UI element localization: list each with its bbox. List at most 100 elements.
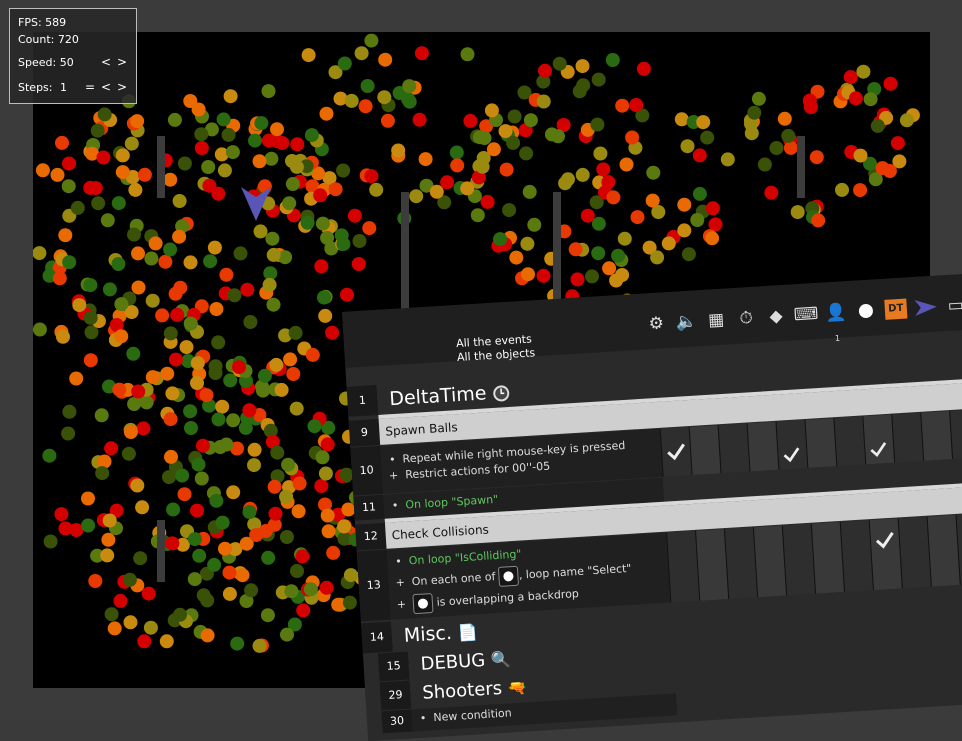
- ball: [870, 118, 885, 133]
- action-cell[interactable]: [897, 516, 931, 589]
- ball: [219, 267, 234, 282]
- ball: [460, 47, 475, 62]
- action-cell[interactable]: [775, 419, 808, 470]
- ball: [280, 627, 294, 642]
- keyboard-mouse-icon[interactable]: ⌨: [792, 301, 820, 329]
- action-cell[interactable]: [695, 529, 729, 601]
- action-cell[interactable]: [868, 518, 902, 591]
- ball: [853, 148, 868, 163]
- ball: [590, 117, 605, 132]
- ball: [270, 122, 284, 137]
- ball: [114, 329, 129, 344]
- ball: [344, 93, 359, 108]
- player-arrow-icon: [241, 187, 271, 221]
- ball: [267, 479, 282, 494]
- hud-panel: FPS: 589 Count: 720 Speed: 50 < > Steps:…: [9, 8, 137, 104]
- ball: [843, 70, 858, 85]
- action-cell[interactable]: [804, 418, 837, 468]
- ball: [295, 549, 310, 564]
- action-cell[interactable]: [666, 530, 700, 603]
- action-cell[interactable]: [949, 409, 962, 460]
- speed-decrease-button[interactable]: <: [101, 55, 111, 69]
- ball: [35, 163, 50, 178]
- steps-decrease-button[interactable]: <: [101, 80, 111, 94]
- speed-increase-button[interactable]: >: [117, 55, 127, 69]
- steps-increase-button[interactable]: >: [117, 80, 127, 94]
- ball: [377, 90, 392, 105]
- checkmark-icon: [875, 531, 894, 549]
- speaker-icon[interactable]: 🔈: [672, 308, 700, 336]
- action-cell[interactable]: [688, 425, 721, 475]
- ball: [674, 112, 689, 127]
- ball: [211, 335, 226, 350]
- action-cell[interactable]: [920, 411, 953, 461]
- ball: [83, 353, 98, 368]
- deltatime-object-icon[interactable]: DT: [882, 295, 910, 323]
- ball: [121, 446, 136, 461]
- timer-icon[interactable]: ⏱: [732, 305, 760, 333]
- new-condition-button[interactable]: • New condition: [420, 706, 512, 725]
- steps-readout: Steps: 1: [18, 81, 67, 94]
- action-cell[interactable]: [926, 514, 960, 587]
- ball: [215, 399, 230, 414]
- ball: [412, 112, 427, 127]
- action-cell[interactable]: [862, 414, 895, 465]
- action-cell[interactable]: [781, 523, 816, 596]
- condition-on-loop-spawn[interactable]: • On loop "Spawn": [392, 493, 499, 512]
- create-object-icon[interactable]: ◆: [762, 303, 790, 331]
- ball: [314, 259, 329, 274]
- action-cell[interactable]: [723, 527, 758, 599]
- ball: [194, 471, 209, 486]
- plus: +: [388, 468, 399, 483]
- ball: [136, 421, 151, 436]
- ball: [700, 130, 715, 145]
- ball: [70, 200, 85, 215]
- ball: [159, 634, 174, 649]
- ball: [360, 79, 375, 93]
- ball: [617, 231, 632, 246]
- action-cell[interactable]: [752, 525, 787, 598]
- ball: [279, 530, 294, 544]
- backdrop-bar: [157, 520, 165, 582]
- ball: [677, 223, 692, 238]
- action-cell[interactable]: [839, 520, 873, 592]
- event-number: 14: [361, 621, 393, 654]
- ball: [275, 136, 290, 150]
- action-cell[interactable]: [810, 522, 845, 594]
- speed-readout: Speed: 50: [18, 56, 74, 69]
- ball: [215, 515, 230, 530]
- ball: [856, 64, 871, 79]
- ball: [286, 367, 301, 381]
- storyboard-icon[interactable]: ▦: [702, 306, 730, 334]
- event-number: 29: [379, 680, 412, 711]
- ball: [747, 105, 762, 120]
- action-cell[interactable]: [746, 421, 779, 472]
- action-cell[interactable]: [833, 416, 866, 467]
- action-cell[interactable]: [659, 427, 692, 477]
- ball: [43, 534, 58, 549]
- ball: [378, 52, 393, 67]
- ball: [317, 290, 331, 305]
- action-cell[interactable]: [891, 412, 924, 463]
- ball: [95, 466, 110, 481]
- action-cell[interactable]: [717, 423, 750, 474]
- ball-object-icon[interactable]: [852, 297, 880, 325]
- condition-on-loop-iscolliding[interactable]: • On loop "IsColliding": [395, 548, 522, 569]
- ball: [296, 603, 311, 618]
- ball: [162, 470, 176, 485]
- ball: [196, 588, 211, 603]
- dt-label: DT: [884, 298, 908, 320]
- ball: [207, 240, 222, 255]
- ball: [331, 597, 346, 612]
- gear-icon[interactable]: ⚙: [643, 310, 671, 338]
- event-number: 1: [346, 385, 379, 417]
- ball: [570, 272, 585, 287]
- ball: [538, 63, 552, 78]
- arrow-object-icon[interactable]: [912, 294, 940, 322]
- ball: [520, 236, 535, 251]
- ball: [252, 154, 267, 169]
- counter-object-icon[interactable]: ▭: [942, 292, 962, 320]
- player-icon[interactable]: 👤1: [822, 299, 850, 343]
- ball: [270, 445, 285, 460]
- speed-value: 50: [59, 56, 74, 69]
